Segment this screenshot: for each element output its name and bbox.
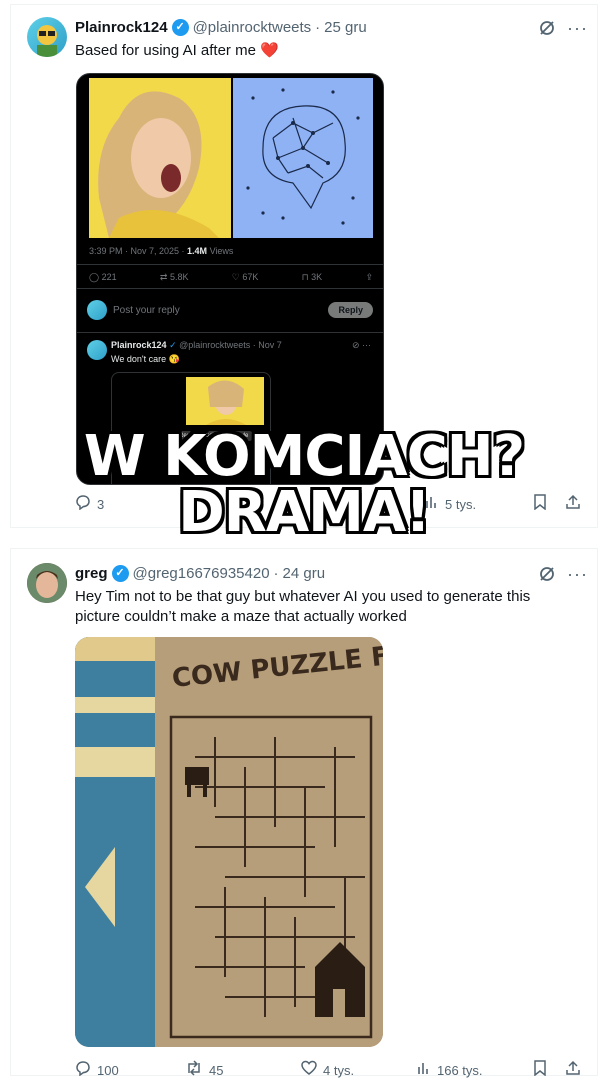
view-count: 166 tys.	[437, 1062, 483, 1078]
embed-replies: ◯ 221	[89, 272, 117, 282]
reply-button[interactable]: 100	[75, 1060, 185, 1080]
embed-sub-name: Plainrock124	[111, 340, 167, 350]
tweet-actions: 100 45 4 tys. 166 tys.	[75, 1059, 581, 1080]
display-name[interactable]: Plainrock124	[75, 19, 168, 36]
embed-bookmarks: ⊓ 3K	[301, 272, 323, 282]
tweet-extra-actions	[533, 1060, 581, 1080]
repost-button[interactable]: 45	[185, 1060, 301, 1080]
embed-time: 3:39 PM · Nov 7, 2025 ·	[89, 246, 188, 256]
reply-icon	[75, 1060, 91, 1080]
overlay-caption-line2: DRAMA!	[178, 480, 431, 545]
reply-count: 100	[97, 1062, 119, 1078]
share-icon[interactable]	[565, 1060, 581, 1080]
tweet-text: Hey Tim not to be that guy but whatever …	[75, 588, 531, 625]
separator: ·	[273, 565, 279, 582]
tweet-text-body: Based for using AI after me	[75, 42, 256, 59]
like-button[interactable]: 4 tys.	[301, 1060, 417, 1080]
embed-reposts: ⇄ 5.8K	[159, 272, 189, 282]
embed-share-icon: ⇪	[365, 272, 373, 282]
brain-maze-image	[233, 78, 373, 238]
embed-sub-icons: ⊘ ···	[351, 340, 371, 350]
embed-sub-text: We don't care 😘	[111, 354, 180, 364]
woman-portrait-image	[89, 78, 231, 238]
timestamp[interactable]: 25 gru	[324, 19, 367, 36]
embed-likes-count: 67K	[242, 272, 259, 282]
embed-reposts-count: 5.8K	[169, 272, 189, 282]
bookmark-icon[interactable]	[533, 1060, 547, 1080]
embed-stats: ◯ 221 ⇄ 5.8K ♡ 67K ⊓ 3K ⇪	[89, 272, 373, 283]
embed-meta: 3:39 PM · Nov 7, 2025 · 1.4M Views	[89, 246, 233, 256]
handle[interactable]: @greg16676935420	[133, 565, 270, 582]
embed-reply-button: Reply	[328, 302, 373, 318]
maze-box-photo[interactable]: COW PUZZLE FUN	[75, 637, 383, 1047]
divider	[77, 288, 383, 289]
embed-replies-count: 221	[101, 272, 117, 282]
heart-icon	[301, 1060, 317, 1080]
views-icon	[417, 1061, 431, 1079]
embed-likes: ♡ 67K	[231, 272, 259, 282]
embed-views-count: 1.4M	[187, 246, 208, 256]
views-button[interactable]: 166 tys.	[417, 1061, 527, 1079]
avatar	[87, 300, 107, 320]
tweet-header: Plainrock124 ✓ @plainrocktweets · 25 gru	[75, 19, 537, 36]
divider	[77, 264, 383, 265]
embed-sub-handle: @plainrocktweets · Nov 7	[179, 340, 282, 350]
like-count: 4 tys.	[323, 1062, 355, 1078]
display-name[interactable]: greg	[75, 565, 108, 582]
tweet-text: Based for using AI after me ❤️	[75, 41, 557, 61]
more-icon[interactable]: ···	[567, 19, 587, 41]
embed-views-label: Views	[207, 246, 234, 256]
handle[interactable]: @plainrocktweets	[193, 19, 312, 36]
verified-icon: ✓	[171, 19, 189, 36]
embed-bookmarks-count: 3K	[311, 272, 323, 282]
repost-icon	[185, 1060, 203, 1080]
timestamp[interactable]: 24 gru	[283, 565, 326, 582]
verified-icon: ✓	[169, 340, 177, 350]
avatar[interactable]	[27, 17, 67, 57]
separator: ·	[315, 19, 321, 36]
tweet-card-2[interactable]: greg ✓ @greg16676935420 · 24 gru ··· Hey…	[10, 548, 598, 1078]
avatar	[87, 340, 107, 360]
embed-reply-row: Post your reply Reply	[87, 298, 373, 322]
tweet-header: greg ✓ @greg16676935420 · 24 gru	[75, 565, 537, 582]
grok-icon[interactable]	[537, 565, 557, 585]
heart-emoji: ❤️	[260, 42, 279, 59]
avatar[interactable]	[27, 563, 67, 603]
more-icon[interactable]: ···	[567, 565, 587, 587]
embed-reply-placeholder: Post your reply	[113, 304, 180, 316]
grok-icon[interactable]	[537, 19, 557, 39]
repost-count: 45	[209, 1062, 224, 1078]
embed-sub-header: Plainrock124 ✓ @plainrocktweets · Nov 7	[111, 340, 282, 351]
verified-icon: ✓	[111, 565, 129, 582]
inner-portrait-image	[186, 377, 264, 425]
divider	[77, 332, 383, 333]
